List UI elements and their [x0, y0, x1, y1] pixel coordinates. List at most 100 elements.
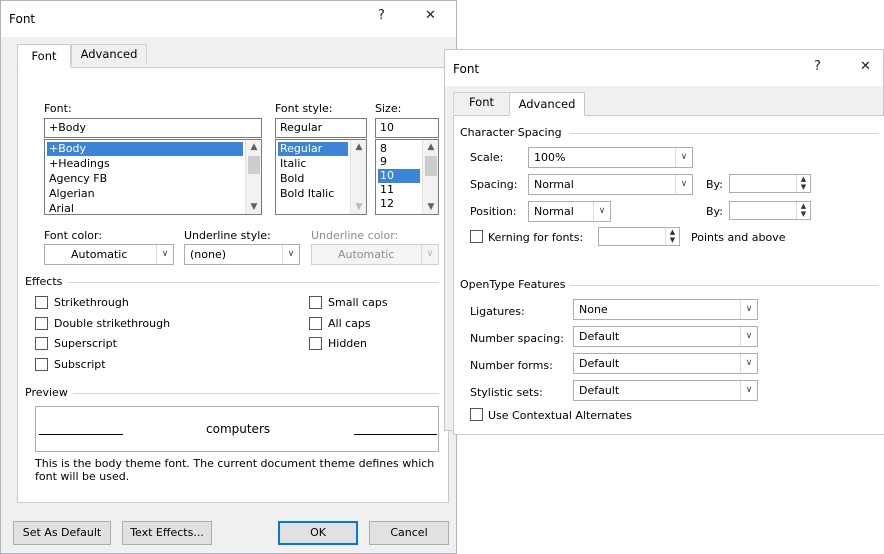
spacing-dropdown[interactable]: Normal ∨ — [528, 174, 693, 195]
font-color-value: Automatic — [71, 248, 128, 261]
scroll-thumb[interactable] — [248, 156, 260, 174]
font-name-list[interactable]: +Body +Headings Agency FB Algerian Arial… — [44, 139, 262, 215]
close-button[interactable]: ✕ — [425, 8, 436, 23]
list-item[interactable]: 9 — [378, 155, 389, 169]
title-bar: Font ? ✕ — [445, 50, 883, 86]
scale-value: 100% — [534, 151, 566, 164]
position-by-spinner[interactable]: ▲ ▼ — [729, 201, 811, 220]
chevron-down-icon[interactable]: ∨ — [740, 354, 757, 373]
chevron-down-icon[interactable]: ∨ — [740, 300, 757, 319]
opentype-divider — [569, 285, 879, 286]
help-button[interactable]: ? — [378, 8, 385, 23]
spacing-by-spinner[interactable]: ▲ ▼ — [729, 174, 811, 193]
tab-font[interactable]: Font — [17, 44, 71, 68]
style-list-scrollbar[interactable]: ▲ ▼ — [350, 140, 366, 214]
scroll-up-icon[interactable]: ▲ — [351, 142, 366, 152]
spinner-arrows-icon[interactable]: ▲ ▼ — [796, 175, 810, 192]
small-caps-label: Small caps — [328, 296, 388, 309]
all-caps-checkbox[interactable] — [309, 317, 322, 330]
chevron-down-icon[interactable]: ∨ — [593, 202, 610, 221]
font-color-label: Font color: — [44, 229, 103, 242]
font-color-dropdown[interactable]: Automatic ∨ — [44, 244, 174, 265]
underline-style-label: Underline style: — [184, 229, 271, 242]
contextual-alternates-checkbox[interactable] — [470, 408, 483, 421]
list-item[interactable]: Regular — [278, 142, 348, 156]
list-item[interactable]: 11 — [378, 183, 396, 197]
scale-dropdown[interactable]: 100% ∨ — [528, 147, 693, 168]
font-name-input[interactable]: +Body — [44, 118, 262, 138]
close-button[interactable]: ✕ — [860, 59, 871, 74]
font-label: Font: — [44, 102, 72, 115]
list-item[interactable]: 8 — [378, 142, 389, 156]
strikethrough-checkbox[interactable] — [35, 296, 48, 309]
superscript-checkbox[interactable] — [35, 337, 48, 350]
list-item[interactable]: Algerian — [47, 187, 97, 201]
scroll-thumb[interactable] — [425, 156, 437, 176]
cancel-button[interactable]: Cancel — [369, 521, 449, 545]
number-forms-value: Default — [579, 357, 620, 370]
scroll-down-icon[interactable]: ▼ — [246, 202, 261, 212]
double-strikethrough-checkbox[interactable] — [35, 317, 48, 330]
list-item[interactable]: +Headings — [47, 157, 112, 171]
spacing-by-label: By: — [706, 178, 723, 191]
list-item[interactable]: 12 — [378, 197, 396, 211]
spinner-arrows-icon[interactable]: ▲ ▼ — [665, 228, 679, 245]
opentype-label: OpenType Features — [460, 278, 566, 291]
superscript-label: Superscript — [54, 337, 117, 350]
scroll-down-icon[interactable]: ▼ — [351, 202, 366, 212]
hidden-checkbox[interactable] — [309, 337, 322, 350]
number-spacing-dropdown[interactable]: Default ∨ — [573, 326, 758, 347]
ok-button[interactable]: OK — [278, 521, 358, 545]
position-dropdown[interactable]: Normal ∨ — [528, 201, 611, 222]
underline-style-value: (none) — [190, 248, 227, 261]
tab-advanced[interactable]: Advanced — [71, 44, 147, 65]
list-item[interactable]: Agency FB — [47, 172, 109, 186]
kerning-spinner[interactable]: ▲ ▼ — [598, 227, 680, 246]
list-item[interactable]: 10 — [378, 169, 420, 183]
stylistic-sets-dropdown[interactable]: Default ∨ — [573, 380, 758, 401]
underline-color-value: Automatic — [338, 248, 395, 261]
font-style-list[interactable]: Regular Italic Bold Bold Italic ▲ ▼ — [275, 139, 367, 215]
size-list[interactable]: 8 9 10 11 12 ▲ ▼ — [375, 139, 439, 215]
size-input[interactable]: 10 — [375, 118, 439, 138]
list-item[interactable]: Bold — [278, 172, 306, 186]
list-item[interactable]: Italic — [278, 157, 308, 171]
tab-advanced[interactable]: Advanced — [509, 92, 585, 116]
tab-font[interactable]: Font — [453, 92, 510, 113]
list-item[interactable]: +Body — [47, 142, 243, 156]
character-spacing-label: Character Spacing — [460, 126, 562, 139]
chevron-down-icon[interactable]: ∨ — [675, 175, 692, 194]
chevron-down-icon[interactable]: ∨ — [675, 148, 692, 167]
effects-label: Effects — [25, 275, 63, 288]
chevron-down-icon[interactable]: ∨ — [421, 245, 438, 264]
font-style-input[interactable]: Regular — [275, 118, 367, 138]
number-forms-label: Number forms: — [470, 359, 553, 372]
set-as-default-button[interactable]: Set As Default — [13, 521, 111, 545]
ligatures-dropdown[interactable]: None ∨ — [573, 299, 758, 320]
list-item[interactable]: Bold Italic — [278, 187, 336, 201]
subscript-checkbox[interactable] — [35, 358, 48, 371]
text-effects-button[interactable]: Text Effects... — [122, 521, 212, 545]
size-label: Size: — [375, 102, 402, 115]
chevron-down-icon[interactable]: ∨ — [282, 245, 299, 264]
kerning-checkbox[interactable] — [470, 230, 483, 243]
underline-style-dropdown[interactable]: (none) ∨ — [184, 244, 300, 265]
font-list-scrollbar[interactable]: ▲ ▼ — [245, 140, 261, 214]
chevron-down-icon[interactable]: ∨ — [156, 245, 173, 264]
underline-color-dropdown[interactable]: Automatic ∨ — [311, 244, 439, 265]
help-button[interactable]: ? — [814, 59, 821, 74]
list-item[interactable]: Arial — [47, 202, 76, 214]
chevron-down-icon[interactable]: ∨ — [740, 327, 757, 346]
preview-text: computers — [206, 422, 271, 436]
small-caps-checkbox[interactable] — [309, 296, 322, 309]
scroll-down-icon[interactable]: ▼ — [423, 202, 438, 212]
scroll-up-icon[interactable]: ▲ — [246, 142, 261, 152]
stylistic-sets-value: Default — [579, 384, 620, 397]
number-forms-dropdown[interactable]: Default ∨ — [573, 353, 758, 374]
chevron-down-icon[interactable]: ∨ — [740, 381, 757, 400]
size-list-scrollbar[interactable]: ▲ ▼ — [422, 140, 438, 214]
contextual-alternates-label: Use Contextual Alternates — [488, 409, 632, 422]
double-strikethrough-label: Double strikethrough — [54, 317, 171, 330]
scroll-up-icon[interactable]: ▲ — [423, 142, 438, 152]
spinner-arrows-icon[interactable]: ▲ ▼ — [796, 202, 810, 219]
